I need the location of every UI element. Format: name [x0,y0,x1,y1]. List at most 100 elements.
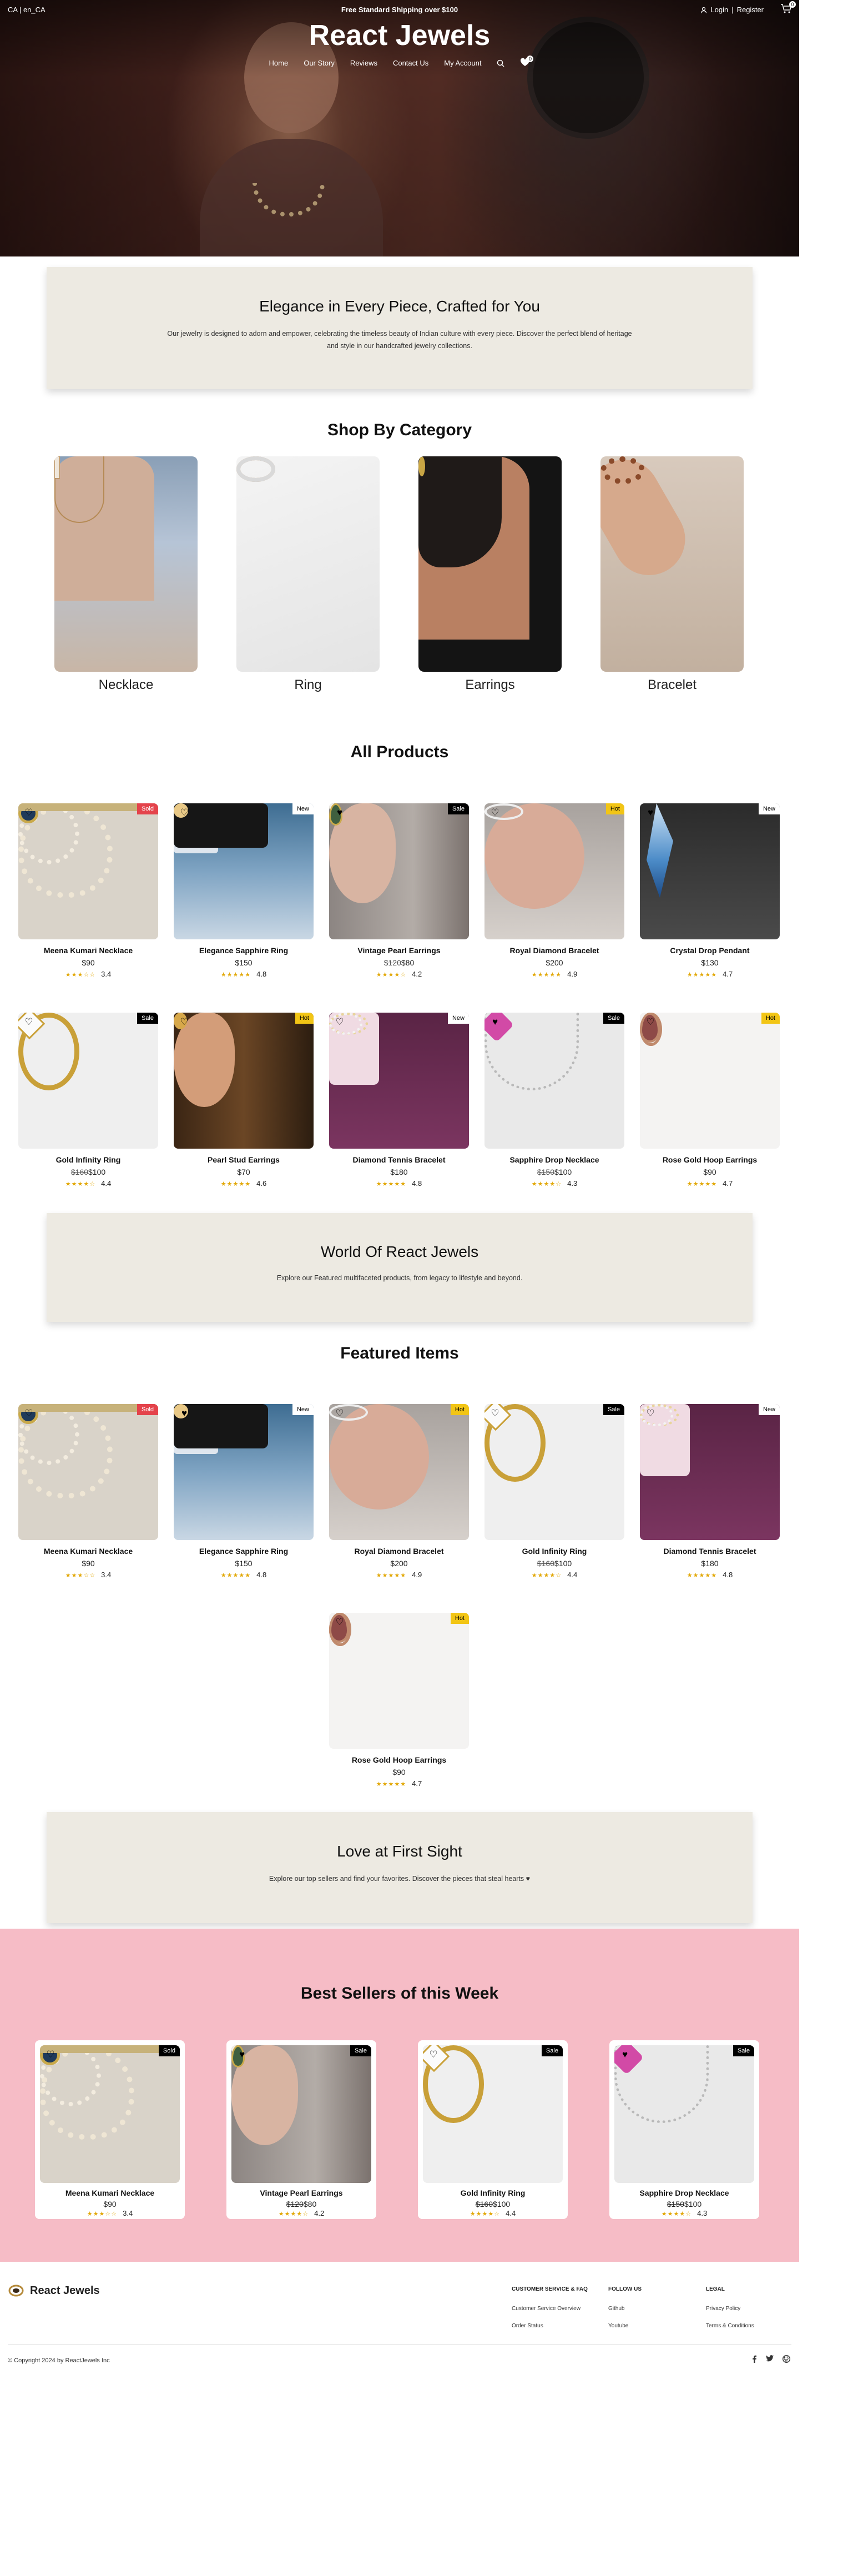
footer-link[interactable]: Youtube [608,2323,642,2329]
nav-contact-us[interactable]: Contact Us [393,59,428,67]
product-image[interactable]: ♥ Sale [484,1013,624,1149]
footer-link[interactable]: Order Status [512,2323,588,2329]
product-image[interactable]: ♡ Hot [484,803,624,939]
footer-link[interactable]: Customer Service Overview [512,2306,588,2312]
product-name[interactable]: Meena Kumari Necklace [18,946,158,955]
cart-button[interactable]: 0 [780,1,796,16]
product-image[interactable]: ♡ Hot [640,1013,780,1149]
product-card-meena-kumari-necklace[interactable]: ♡ Sold Meena Kumari Necklace $90 ★★★☆☆ 3.4 [18,803,158,978]
product-image[interactable]: ♡ Sold [18,1404,158,1540]
product-image[interactable]: ♥ Sale [329,803,469,939]
wishlist-heart-icon[interactable]: ♡ [44,2049,57,2061]
product-name[interactable]: Vintage Pearl Earrings [329,946,469,955]
category-ring[interactable]: Ring [236,456,380,693]
github-icon[interactable] [783,2355,790,2363]
wishlist-button[interactable]: 0 [520,56,534,68]
wishlist-heart-icon[interactable]: ♥ [489,1016,501,1028]
wishlist-heart-icon[interactable]: ♥ [644,807,657,819]
footer-link[interactable]: Terms & Conditions [706,2323,754,2329]
product-name[interactable]: Rose Gold Hoop Earrings [640,1155,780,1164]
category-necklace[interactable]: Necklace [54,456,198,693]
product-image[interactable]: ♡ Hot [329,1613,469,1749]
wishlist-heart-icon[interactable]: ♡ [23,807,35,819]
search-icon[interactable] [497,59,504,67]
category-bracelet[interactable]: Bracelet [600,456,744,693]
product-name[interactable]: Gold Infinity Ring [18,1155,158,1164]
product-name[interactable]: Pearl Stud Earrings [174,1155,314,1164]
facebook-icon[interactable] [751,2355,757,2363]
product-name[interactable]: Rose Gold Hoop Earrings [329,1755,469,1764]
category-earrings[interactable]: Earrings [418,456,562,693]
product-card-rose-gold-hoop-earrings[interactable]: ♡ Hot Rose Gold Hoop Earrings $90 ★★★★★ 4.7 [640,1013,780,1188]
product-name[interactable]: Sapphire Drop Necklace [484,1155,624,1164]
product-card-gold-infinity-ring[interactable]: ♡ Sale Gold Infinity Ring $160$100 ★★★★☆ 4.4 [18,1013,158,1188]
product-card-vintage-pearl-earrings[interactable]: ♥ Sale Vintage Pearl Earrings $120$80 ★★★★☆ 4… [226,2040,376,2219]
product-image[interactable]: ♡ Sold [40,2045,180,2183]
product-card-crystal-drop-pendant[interactable]: ♥ New Crystal Drop Pendant $130 ★★★★★ 4.7 [640,803,780,978]
wishlist-heart-icon[interactable]: ♥ [236,2049,248,2061]
wishlist-heart-icon[interactable]: ♡ [427,2049,440,2061]
product-card-vintage-pearl-earrings[interactable]: ♥ Sale Vintage Pearl Earrings $120$80 ★★★★☆ 4… [329,803,469,978]
product-card-diamond-tennis-bracelet[interactable]: ♡ New Diamond Tennis Bracelet $180 ★★★★★ 4.8 [640,1404,780,1579]
product-image[interactable]: ♡ Hot [329,1404,469,1540]
footer-logo[interactable]: React Jewels [8,2284,100,2297]
product-image[interactable]: ♥ Sale [614,2045,754,2183]
product-card-meena-kumari-necklace[interactable]: ♡ Sold Meena Kumari Necklace $90 ★★★☆☆ 3.4 [18,1404,158,1579]
product-image[interactable]: ♥ Sale [231,2045,371,2183]
wishlist-heart-icon[interactable]: ♡ [644,1016,657,1028]
product-card-sapphire-drop-necklace[interactable]: ♥ Sale Sapphire Drop Necklace $150$100 ★★★★☆… [484,1013,624,1188]
product-image[interactable]: ♥ New [174,1404,314,1540]
product-name[interactable]: Crystal Drop Pendant [640,946,780,955]
wishlist-heart-icon[interactable]: ♥ [619,2049,631,2061]
brand-title[interactable]: React Jewels [0,19,799,52]
wishlist-heart-icon[interactable]: ♡ [23,1016,35,1028]
product-card-rose-gold-hoop-earrings[interactable]: ♡ Hot Rose Gold Hoop Earrings $90 ★★★★★ 4.7 [329,1613,469,1788]
product-name[interactable]: Royal Diamond Bracelet [329,1547,469,1556]
nav-home[interactable]: Home [269,59,289,67]
product-card-meena-kumari-necklace[interactable]: ♡ Sold Meena Kumari Necklace $90 ★★★☆☆ 3.4 [35,2040,185,2219]
product-name[interactable]: Meena Kumari Necklace [18,1547,158,1556]
product-image[interactable]: ♡ Sold [18,803,158,939]
product-card-sapphire-drop-necklace[interactable]: ♥ Sale Sapphire Drop Necklace $150$100 ★★★★☆… [609,2040,759,2219]
product-name[interactable]: Gold Infinity Ring [423,2188,563,2197]
wishlist-heart-icon[interactable]: ♡ [23,1407,35,1420]
login-link[interactable]: Login [710,6,728,14]
product-card-elegance-sapphire-ring[interactable]: ♥ New Elegance Sapphire Ring $150 ★★★★★ 4.8 [174,1404,314,1579]
register-link[interactable]: Register [737,6,764,14]
wishlist-heart-icon[interactable]: ♡ [334,1616,346,1628]
product-image[interactable]: ♡ Sale [484,1404,624,1540]
product-image[interactable]: ♡ New [174,803,314,939]
wishlist-heart-icon[interactable]: ♡ [334,1016,346,1028]
product-image[interactable]: ♡ New [640,1404,780,1540]
product-card-royal-diamond-bracelet[interactable]: ♡ Hot Royal Diamond Bracelet $200 ★★★★★ 4.9 [329,1404,469,1579]
product-image[interactable]: ♡ Sale [423,2045,563,2183]
footer-link[interactable]: Privacy Policy [706,2306,754,2312]
wishlist-heart-icon[interactable]: ♡ [644,1407,657,1420]
wishlist-heart-icon[interactable]: ♡ [178,807,190,819]
product-name[interactable]: Gold Infinity Ring [484,1547,624,1556]
product-card-diamond-tennis-bracelet[interactable]: ♡ New Diamond Tennis Bracelet $180 ★★★★★ 4.8 [329,1013,469,1188]
wishlist-heart-icon[interactable]: ♥ [334,807,346,819]
product-card-elegance-sapphire-ring[interactable]: ♡ New Elegance Sapphire Ring $150 ★★★★★ 4.8 [174,803,314,978]
product-name[interactable]: Meena Kumari Necklace [40,2188,180,2197]
footer-link[interactable]: Github [608,2306,642,2312]
product-name[interactable]: Elegance Sapphire Ring [174,1547,314,1556]
wishlist-heart-icon[interactable]: ♡ [334,1407,346,1420]
product-image[interactable]: ♥ New [640,803,780,939]
product-image[interactable]: ♡ Hot [174,1013,314,1149]
product-name[interactable]: Sapphire Drop Necklace [614,2188,754,2197]
wishlist-heart-icon[interactable]: ♥ [178,1407,190,1420]
product-image[interactable]: ♡ Sale [18,1013,158,1149]
nav-my-account[interactable]: My Account [444,59,481,67]
wishlist-heart-icon[interactable]: ♡ [178,1016,190,1028]
product-card-pearl-stud-earrings[interactable]: ♡ Hot Pearl Stud Earrings $70 ★★★★★ 4.6 [174,1013,314,1188]
product-name[interactable]: Royal Diamond Bracelet [484,946,624,955]
wishlist-heart-icon[interactable]: ♡ [489,1407,501,1420]
product-card-royal-diamond-bracelet[interactable]: ♡ Hot Royal Diamond Bracelet $200 ★★★★★ 4.9 [484,803,624,978]
product-card-gold-infinity-ring[interactable]: ♡ Sale Gold Infinity Ring $160$100 ★★★★☆ 4.4 [484,1404,624,1579]
product-name[interactable]: Vintage Pearl Earrings [231,2188,371,2197]
product-name[interactable]: Diamond Tennis Bracelet [640,1547,780,1556]
product-name[interactable]: Elegance Sapphire Ring [174,946,314,955]
product-name[interactable]: Diamond Tennis Bracelet [329,1155,469,1164]
nav-our-story[interactable]: Our Story [304,59,335,67]
